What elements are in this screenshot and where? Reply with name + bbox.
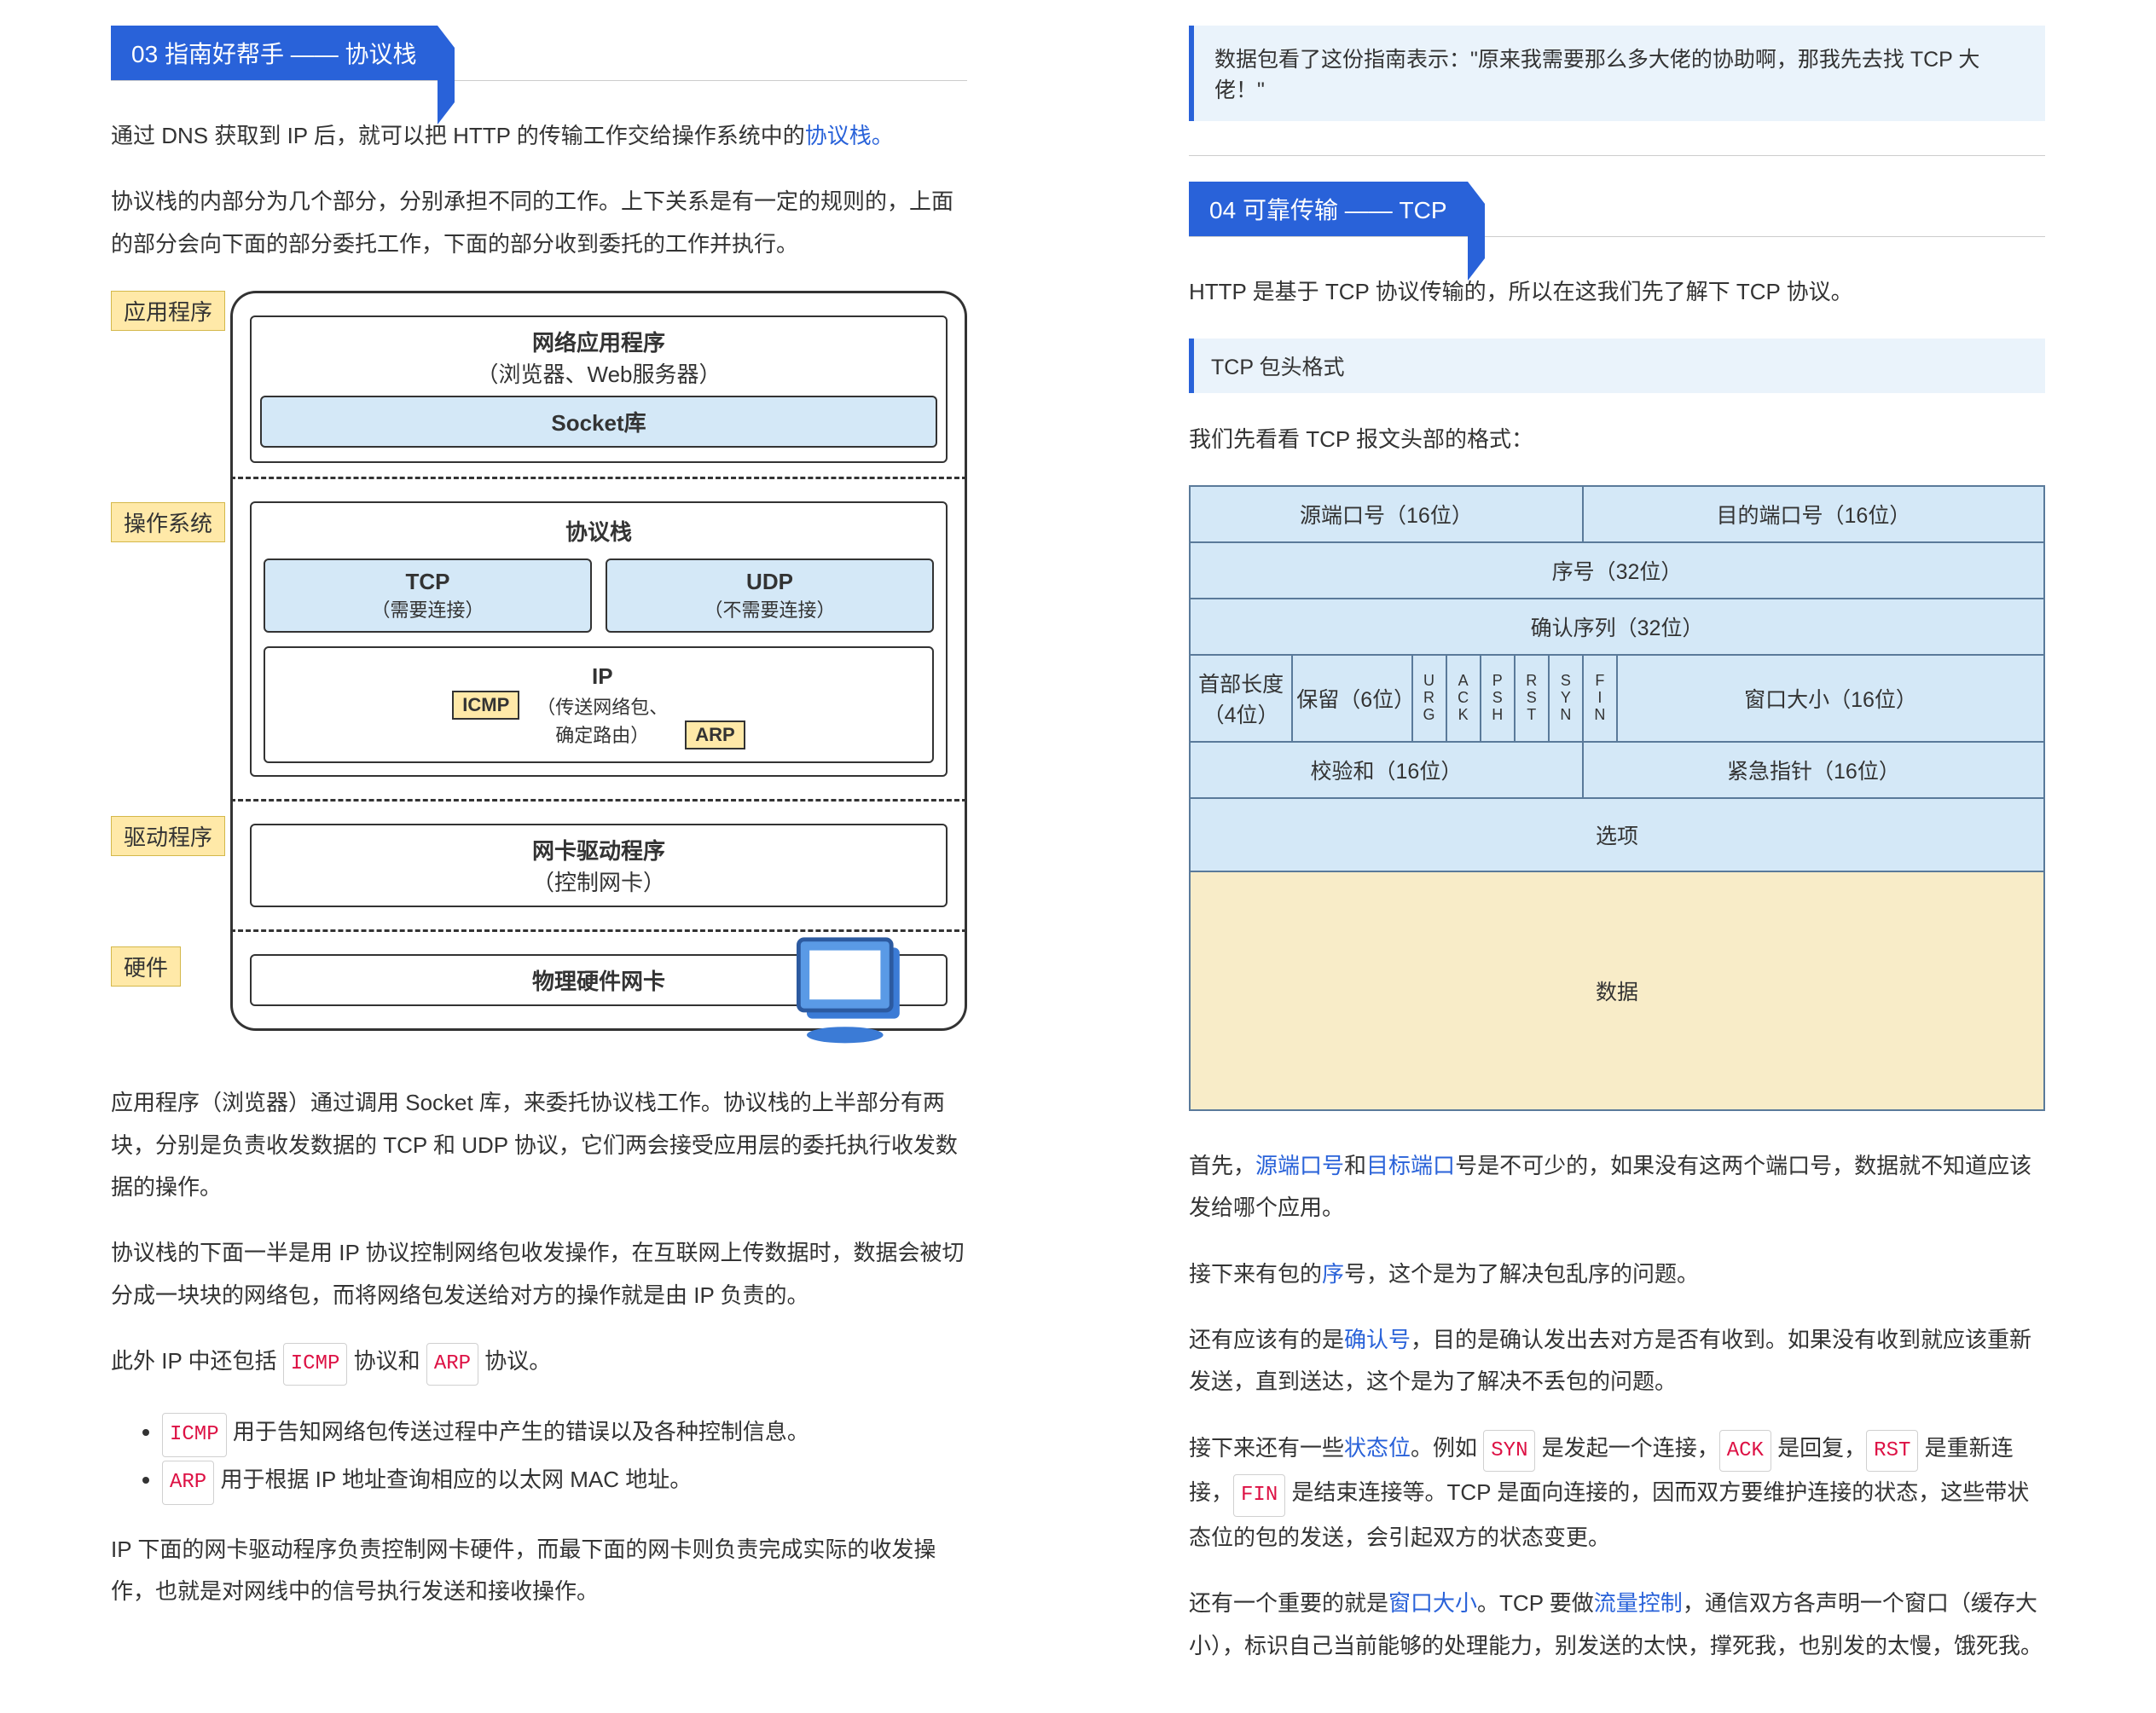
link-protocol-stack: 协议栈。 (805, 123, 894, 148)
cell-flag-fin: FIN (1583, 655, 1617, 742)
cell-flag-ack: ACK (1446, 655, 1481, 742)
cell-hdr-len: 首部长度（4位） (1190, 655, 1292, 742)
cell-flag-urg: URG (1412, 655, 1446, 742)
para-r1: HTTP 是基于 TCP 协议传输的，所以在这我们先了解下 TCP 协议。 (1189, 271, 2045, 313)
box-protostack: 协议栈 TCP （需要连接） UDP （不需要连接） (250, 501, 948, 777)
box-udp: UDP （不需要连接） (606, 558, 934, 633)
section-num: 04 (1209, 197, 1236, 223)
tag-icmp: ICMP (452, 691, 519, 720)
cell-flag-syn: SYN (1549, 655, 1583, 742)
label-driver: 驱动程序 (111, 816, 225, 856)
box-socket: Socket库 (260, 396, 937, 448)
section-04-header: 04 可靠传输 —— TCP (1189, 182, 2045, 237)
section-04-tab: 04 可靠传输 —— TCP (1189, 182, 1468, 236)
label-app: 应用程序 (111, 291, 225, 331)
quote-box: 数据包看了这份指南表示："原来我需要那么多大佬的协助啊，那我先去找 TCP 大佬… (1189, 26, 2045, 121)
cell-flag-rst: RST (1515, 655, 1549, 742)
para-4: 协议栈的下面一半是用 IP 协议控制网络包收发操作，在互联网上传数据时，数据会被… (111, 1232, 967, 1317)
section-03-tab: 03 指南好帮手 —— 协议栈 (111, 26, 438, 80)
cell-urgent: 紧急指针（16位） (1583, 742, 2044, 798)
cell-checksum: 校验和（16位） (1190, 742, 1583, 798)
para-r5: 还有应该有的是确认号，目的是确认发出去对方是否有收到。如果没有收到就应该重新发送… (1189, 1319, 2045, 1403)
section-title: 可靠传输 —— TCP (1243, 197, 1447, 223)
para-r6: 接下来还有一些状态位。例如 SYN 是发起一个连接，ACK 是回复，RST 是重… (1189, 1427, 2045, 1560)
tag-arp-inline: ARP (426, 1343, 478, 1386)
label-hw: 硬件 (111, 946, 181, 987)
protocol-list: ICMP 用于告知网络包传送过程中产生的错误以及各种控制信息。 ARP 用于根据… (162, 1409, 967, 1505)
list-item: ARP 用于根据 IP 地址查询相应的以太网 MAC 地址。 (162, 1457, 967, 1505)
cell-seq: 序号（32位） (1190, 542, 2044, 599)
cell-flag-psh: PSH (1481, 655, 1515, 742)
tag-arp: ARP (685, 721, 745, 749)
computer-icon (780, 929, 916, 1065)
cell-options: 选项 (1190, 798, 2044, 871)
para-6: IP 下面的网卡驱动程序负责控制网卡硬件，而最下面的网卡则负责完成实际的收发操作… (111, 1529, 967, 1613)
list-item: ICMP 用于告知网络包传送过程中产生的错误以及各种控制信息。 (162, 1409, 967, 1457)
box-nic-driver: 网卡驱动程序 （控制网卡） (250, 824, 948, 907)
cell-dst-port: 目的端口号（16位） (1583, 486, 2044, 542)
para-1: 通过 DNS 获取到 IP 后，就可以把 HTTP 的传输工作交给操作系统中的协… (111, 115, 967, 157)
cell-reserved: 保留（6位） (1292, 655, 1411, 742)
tag-icmp-inline: ICMP (283, 1343, 348, 1386)
box-tcp: TCP （需要连接） (264, 558, 592, 633)
para-2: 协议栈的内部分为几个部分，分别承担不同的工作。上下关系是有一定的规则的，上面的部… (111, 181, 967, 265)
tcp-header-table: 源端口号（16位） 目的端口号（16位） 序号（32位） 确认序列（32位） 首… (1189, 485, 2045, 1111)
protocol-stack-diagram: 应用程序 网络应用程序 （浏览器、Web服务器） Socket库 操作系统 协议… (111, 291, 967, 1031)
box-netapp: 网络应用程序 （浏览器、Web服务器） Socket库 (250, 315, 948, 463)
cell-data: 数据 (1190, 871, 2044, 1110)
cell-window: 窗口大小（16位） (1617, 655, 2044, 742)
box-ip: ICMP IP （传送网络包、 确定路由） ARP (264, 646, 934, 763)
cell-src-port: 源端口号（16位） (1190, 486, 1583, 542)
section-num: 03 (131, 41, 158, 67)
para-r2: 我们先看看 TCP 报文头部的格式： (1189, 419, 2045, 460)
para-r4: 接下来有包的序号，这个是为了解决包乱序的问题。 (1189, 1253, 2045, 1295)
section-03-header: 03 指南好帮手 —— 协议栈 (111, 26, 967, 81)
sub-header-tcp-format: TCP 包头格式 (1189, 339, 2045, 393)
section-title: 指南好帮手 —— 协议栈 (165, 41, 417, 67)
divider (1189, 155, 2045, 156)
para-r7: 还有一个重要的就是窗口大小。TCP 要做流量控制，通信双方各声明一个窗口（缓存大… (1189, 1583, 2045, 1667)
left-column: 03 指南好帮手 —— 协议栈 通过 DNS 获取到 IP 后，就可以把 HTT… (0, 0, 1078, 1713)
label-os: 操作系统 (111, 502, 225, 542)
right-column: 数据包看了这份指南表示："原来我需要那么多大佬的协助啊，那我先去找 TCP 大佬… (1078, 0, 2156, 1713)
para-r3: 首先，源端口号和目标端口号是不可少的，如果没有这两个端口号，数据就不知道应该发给… (1189, 1145, 2045, 1230)
para-5: 此外 IP 中还包括 ICMP 协议和 ARP 协议。 (111, 1340, 967, 1386)
cell-ack: 确认序列（32位） (1190, 599, 2044, 655)
para-3: 应用程序（浏览器）通过调用 Socket 库，来委托协议栈工作。协议栈的上半部分… (111, 1082, 967, 1208)
